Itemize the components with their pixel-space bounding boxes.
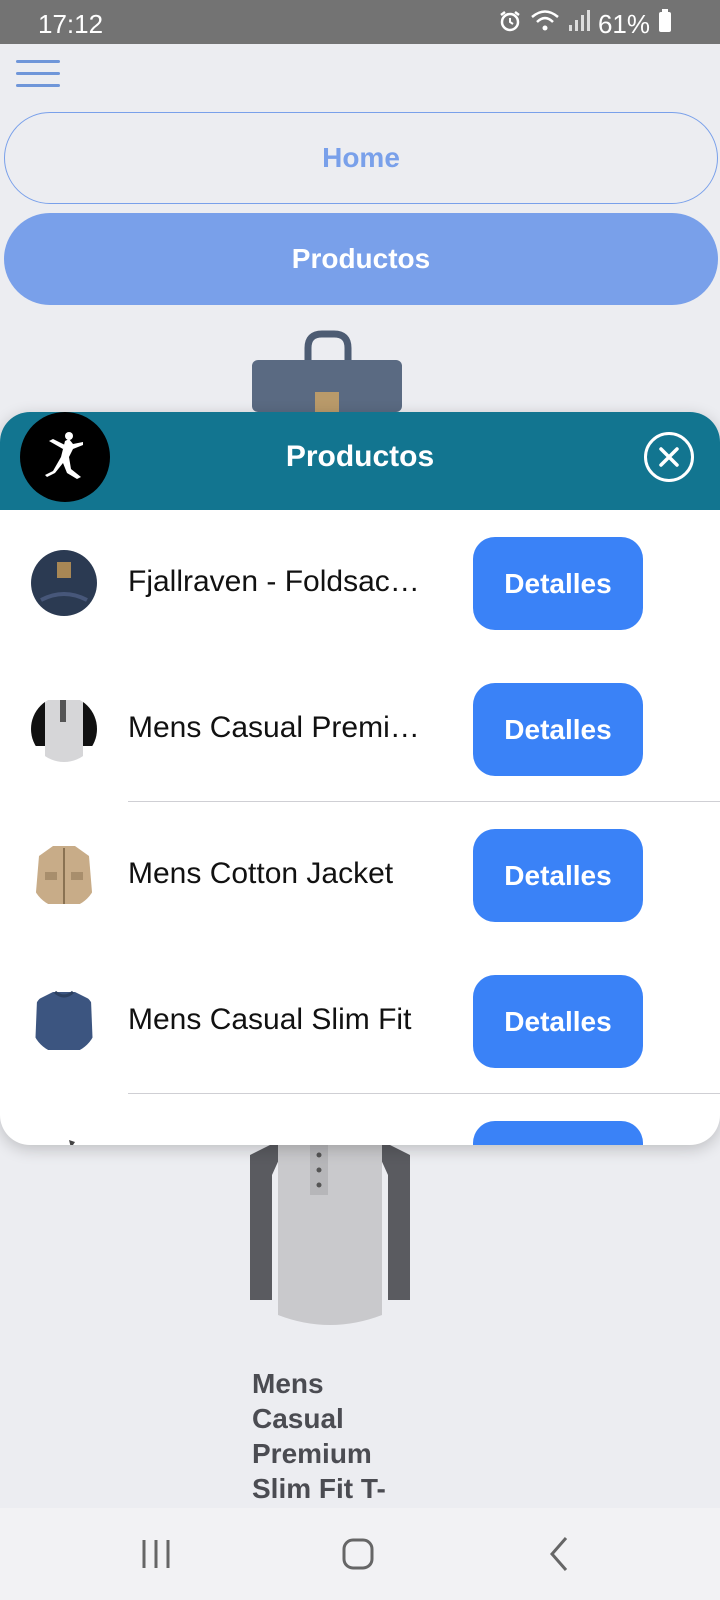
product-name: Fjallraven - Foldsack No. 1 Backpack [128, 565, 428, 598]
tshirt-image [250, 1135, 410, 1335]
hamburger-menu-icon[interactable] [16, 60, 60, 88]
backpack-thumbnail [31, 550, 97, 616]
product-list[interactable]: Fjallraven - Foldsack No. 1 Backpack Det… [0, 510, 720, 1145]
product-name: Mens Casual Slim Fit [128, 1003, 412, 1036]
home-icon[interactable] [338, 1534, 378, 1574]
modal-title: Productos [285, 440, 435, 473]
back-icon[interactable] [540, 1534, 580, 1574]
wifi-icon [530, 9, 560, 40]
alarm-icon [498, 9, 522, 40]
list-item[interactable]: Mens Casual Slim Fit Detalles [0, 948, 720, 1094]
backpack-image [250, 330, 410, 412]
status-time: 17:12 [38, 9, 104, 39]
system-nav-bar [0, 1508, 720, 1600]
background-product-title: Mens Casual Premium Slim Fit T- [252, 1368, 386, 1504]
list-item[interactable]: Fjallraven - Foldsack No. 1 Backpack Det… [0, 510, 720, 656]
slim-shirt-thumbnail [31, 988, 97, 1054]
jacket-thumbnail [31, 842, 97, 908]
battery-icon [658, 9, 672, 40]
detalles-button[interactable]: Detalles [473, 829, 643, 922]
productos-modal: Productos Fjallraven - Foldsack No. 1 Ba… [0, 412, 720, 1145]
product-name: Mens Casual Premium Slim Fit T-Shirts [128, 711, 428, 744]
status-bar: 17:12 61% [0, 0, 720, 44]
nav-productos-button[interactable]: Productos [4, 213, 718, 305]
list-item[interactable]: Mens Cotton Jacket Detalles [0, 802, 720, 948]
nav-home-button[interactable]: Home [4, 112, 718, 204]
tshirt-thumbnail [31, 696, 97, 762]
detalles-button[interactable]: Detalles [473, 975, 643, 1068]
detalles-button[interactable]: Detalles [473, 537, 643, 630]
detalles-button[interactable] [473, 1121, 643, 1145]
product-thumbnail [31, 1134, 97, 1145]
recent-apps-icon[interactable] [136, 1534, 176, 1574]
signal-icon [568, 9, 590, 40]
close-icon[interactable] [644, 432, 694, 482]
list-item[interactable]: Mens Casual Premium Slim Fit T-Shirts De… [0, 656, 720, 802]
modal-header: Productos [0, 412, 720, 510]
list-item[interactable] [0, 1094, 720, 1145]
battery-percent: 61% [597, 9, 650, 39]
product-name: Mens Cotton Jacket [128, 857, 394, 890]
detalles-button[interactable]: Detalles [473, 683, 643, 776]
